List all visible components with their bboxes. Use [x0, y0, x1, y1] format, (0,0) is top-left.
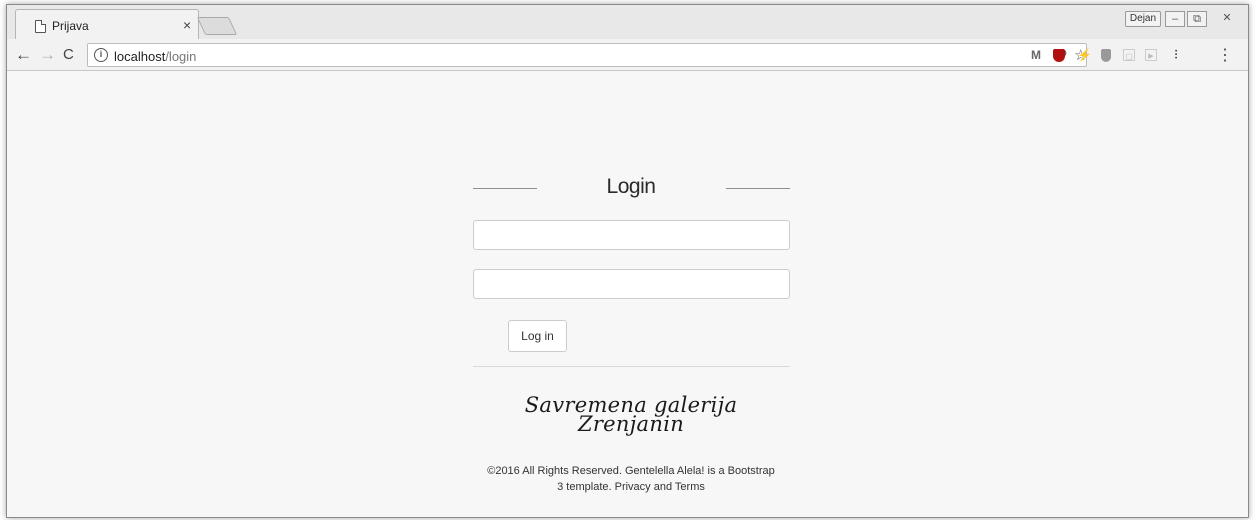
login-button[interactable]: Log in — [508, 320, 567, 352]
gmail-extension-icon[interactable]: M — [1029, 49, 1043, 62]
tab-title: Prijava — [52, 19, 89, 33]
profile-button[interactable]: Dejan — [1125, 11, 1161, 27]
login-title: Login — [606, 175, 656, 198]
brand-line-2: Zrenjanin — [577, 412, 685, 436]
page-icon — [35, 20, 46, 33]
url-text[interactable]: localhost/login — [114, 49, 196, 64]
footer-line-2: 3 template. Privacy and Terms — [557, 481, 705, 493]
tab-strip: Prijava × Dejan – ⧉ ✕ — [7, 5, 1248, 39]
ublock-extension-icon[interactable] — [1053, 49, 1065, 62]
form-divider — [473, 366, 790, 367]
inactive-extension-icon[interactable]: ▢ — [1123, 49, 1135, 61]
minimize-button[interactable]: – — [1165, 11, 1185, 27]
tab-close-icon[interactable]: × — [183, 17, 191, 33]
maximize-button[interactable]: ⧉ — [1187, 11, 1207, 27]
back-arrow-icon[interactable]: ← — [15, 45, 32, 65]
address-bar[interactable]: i localhost/login ⚲ ☆ — [87, 43, 1087, 67]
url-host: localhost — [114, 49, 166, 64]
reload-icon[interactable]: C — [63, 46, 74, 63]
username-input[interactable] — [473, 220, 790, 250]
browser-window: Prijava × Dejan – ⧉ ✕ ← → C i localhost/… — [6, 4, 1249, 518]
browser-toolbar: ← → C i localhost/login ⚲ ☆ M ⚡ ▢ ▶ ⫶ ⋮ — [7, 39, 1248, 71]
forward-arrow-icon[interactable]: → — [39, 45, 56, 65]
title-line-right — [726, 188, 790, 189]
info-icon[interactable]: i — [94, 48, 108, 62]
close-window-button[interactable]: ✕ — [1213, 11, 1241, 27]
new-tab-button[interactable] — [196, 17, 238, 35]
equalizer-extension-icon[interactable]: ⫶ — [1169, 49, 1183, 62]
lightning-extension-icon[interactable]: ⚡ — [1077, 49, 1092, 62]
footer-line-1: ©2016 All Rights Reserved. Gentelella Al… — [487, 465, 775, 477]
brand-logo: Savremena galerija Zrenjanin — [472, 395, 790, 436]
footer-text: ©2016 All Rights Reserved. Gentelella Al… — [472, 463, 790, 495]
page-content: Login Log in Savremena galerija Zrenjani… — [7, 71, 1248, 517]
menu-dots-icon[interactable]: ⋮ — [1217, 45, 1233, 65]
password-input[interactable] — [473, 269, 790, 299]
shield-extension-icon[interactable] — [1101, 49, 1111, 62]
tab-prijava[interactable]: Prijava × — [15, 9, 199, 39]
play-extension-icon[interactable]: ▶ — [1145, 49, 1157, 61]
url-path: /login — [165, 49, 197, 64]
